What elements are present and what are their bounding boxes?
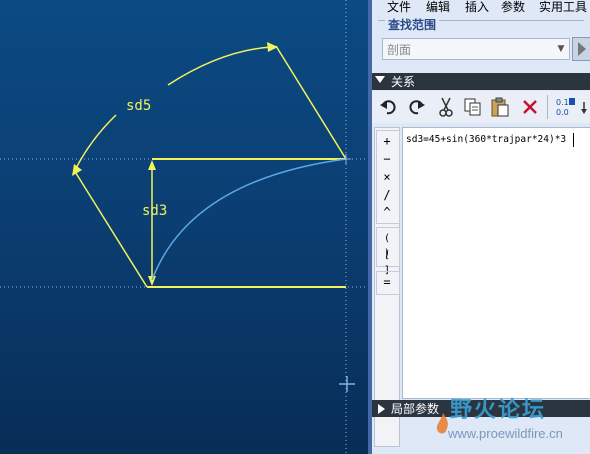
find-scope-button[interactable] [572,37,590,61]
sort-icon[interactable]: 0.10.0 [554,96,576,118]
forum-watermark: 野火论坛 www.proewildfire.cn [434,392,590,454]
toolbar-separator [547,95,548,119]
watermark-title: 野火论坛 [450,398,547,423]
sd5-arc-right [167,46,273,86]
expand-icon[interactable] [580,96,590,118]
brackets-button[interactable]: [ ] [378,248,396,276]
trajectory-curve [151,158,347,281]
relations-title: 关系 [391,75,416,89]
undo-icon[interactable] [378,96,400,118]
delete-icon[interactable] [519,96,541,118]
sd3-dimension-label[interactable]: sd3 [142,203,167,219]
find-scope-title: 查找范围 [385,16,440,33]
svg-text:0.1: 0.1 [556,98,569,107]
parentheses-button[interactable]: ( ) [378,231,396,259]
sd5-arrow-right [267,42,278,52]
paste-icon[interactable] [489,96,511,118]
text-caret [573,133,574,147]
divide-operator-button[interactable]: / [378,188,396,203]
menu-bar: 文件 编辑 插入 参数 实用工具 [372,0,590,16]
expand-arrow-icon [378,404,385,414]
relations-toolbar: 0.1 0.0 [372,91,590,123]
watermark-url: www.proewildfire.cn [448,426,563,441]
sd5-extension-right [275,45,347,160]
menu-utilities[interactable]: 实用工具 [539,0,587,15]
menu-insert[interactable]: 插入 [465,0,489,15]
redo-icon[interactable] [405,96,427,118]
cut-icon[interactable] [435,96,457,118]
sd5-arc-left [73,114,117,173]
collapse-icon [375,76,385,83]
play-icon [578,42,586,56]
sd3-arrow-top [148,160,156,170]
local-parameters-title: 局部参数 [391,402,440,416]
menu-parameters[interactable]: 参数 [501,0,525,15]
minus-operator-button[interactable]: − [378,152,396,167]
sd5-extension-left [73,169,148,288]
sd3-arrow-bottom [148,276,156,286]
plus-operator-button[interactable]: + [378,134,396,149]
menu-file[interactable]: 文件 [387,0,411,15]
sketch-drawing [0,0,368,454]
operator-bar: + − × / ^ ( ) [ ] = [374,127,400,447]
chevron-down-icon[interactable]: ▼ [553,39,569,59]
relations-header[interactable]: 关系 [372,73,590,90]
copy-icon[interactable] [462,96,484,118]
svg-text:0.0: 0.0 [556,108,569,117]
find-scope-select[interactable]: 剖面 ▼ [382,38,570,60]
equals-button[interactable]: = [378,275,396,290]
power-operator-button[interactable]: ^ [378,205,396,220]
relations-panel: 文件 编辑 插入 参数 实用工具 查找范围 剖面 ▼ 关系 0.1 0.0 + −… [372,0,590,454]
relations-editor[interactable]: sd3=45+sin(360*trajpar*24)*3 [402,127,590,399]
sd5-dimension-label[interactable]: sd5 [126,98,151,114]
sketch-canvas[interactable]: sd5 sd3 [0,0,368,454]
multiply-operator-button[interactable]: × [378,170,396,185]
relations-text: sd3=45+sin(360*trajpar*24)*3 [406,134,567,145]
menu-edit[interactable]: 编辑 [426,0,450,15]
find-scope-value: 剖面 [387,43,412,57]
